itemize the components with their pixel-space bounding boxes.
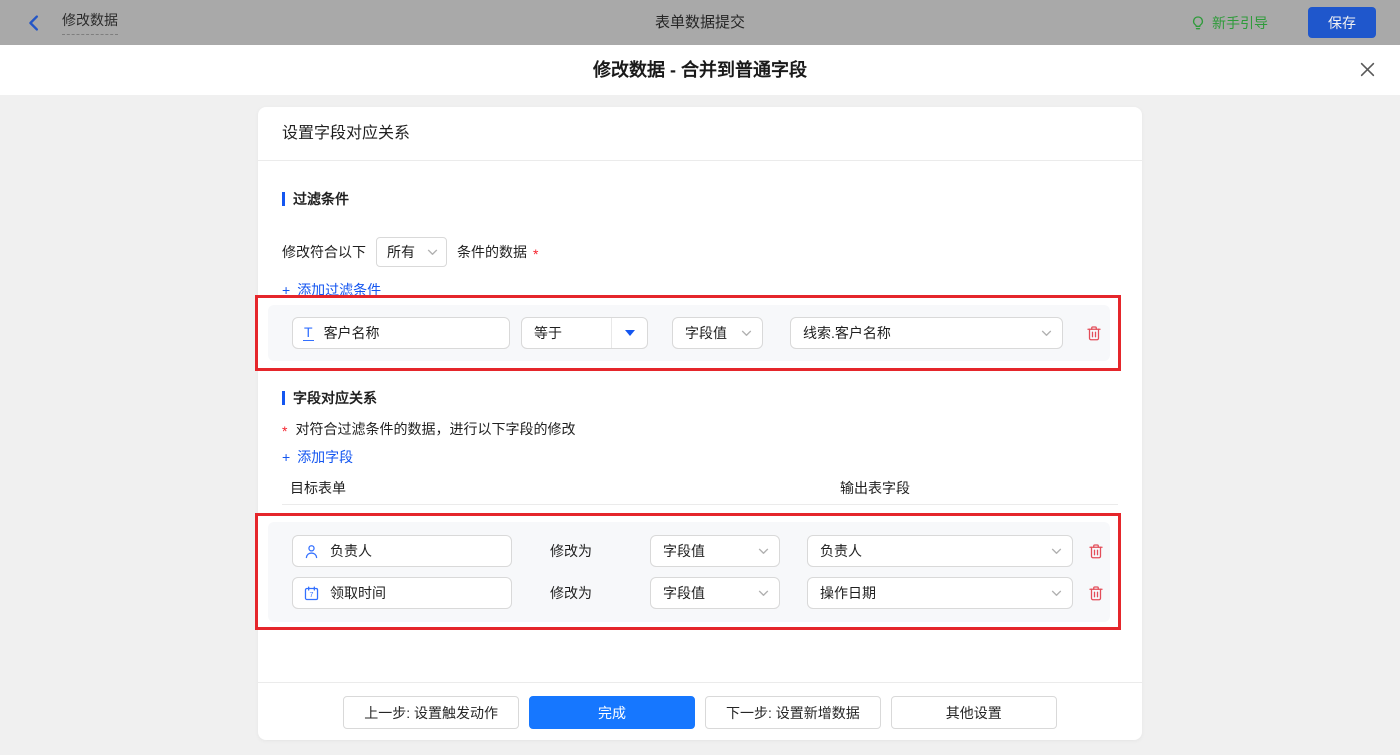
delete-row-icon[interactable] — [1087, 584, 1105, 602]
caret-down-filled-icon — [624, 330, 635, 336]
compare-value-select[interactable]: 线索.客户名称 — [790, 317, 1063, 349]
text-field-icon: T — [303, 324, 314, 341]
value-type-select[interactable]: 字段值 — [672, 317, 763, 349]
add-filter-condition-link[interactable]: + 添加过滤条件 — [282, 280, 381, 300]
chevron-down-icon — [741, 330, 752, 337]
filter-condition-row: T 客户名称 等于 字段值 线索.客户名称 — [268, 305, 1110, 361]
column-header-target-form: 目标表单 — [290, 480, 346, 496]
required-asterisk: * — [533, 246, 539, 262]
output-field-select[interactable]: 负责人 — [807, 535, 1073, 567]
operator-dropdown-zone[interactable] — [611, 318, 647, 348]
mapping-section-title: 字段对应关系 — [282, 388, 377, 408]
form-title: 表单数据提交 — [654, 14, 746, 31]
modal-title: 修改数据 - 合并到普通字段 — [593, 60, 807, 80]
operator-select[interactable]: 等于 — [521, 317, 648, 349]
other-settings-button[interactable]: 其他设置 — [890, 696, 1057, 729]
filter-field-name: 客户名称 — [323, 325, 380, 341]
filter-section-title: 过滤条件 — [282, 189, 349, 209]
chevron-down-icon — [758, 590, 769, 597]
lightbulb-icon — [1190, 15, 1206, 31]
panel-title: 设置字段对应关系 — [282, 125, 411, 142]
calendar-icon: 7 — [303, 585, 320, 602]
divider — [258, 682, 1142, 683]
required-asterisk: * — [282, 423, 288, 439]
topbar: 修改数据 表单数据提交 新手引导 保存 — [0, 0, 1400, 45]
sentence-prefix: 修改符合以下 — [282, 244, 366, 260]
add-field-link[interactable]: + 添加字段 — [282, 447, 353, 467]
close-icon[interactable] — [1359, 61, 1376, 78]
page: 修改数据 表单数据提交 新手引导 保存 修改数据 - 合并到普通字段 设置字段对… — [0, 0, 1400, 755]
target-field-input[interactable]: 负责人 — [292, 535, 512, 567]
mapping-row: 负责人 修改为 字段值 负责人 — [268, 535, 1110, 567]
sentence-suffix: 条件的数据 — [457, 244, 527, 260]
beginner-guide-link[interactable]: 新手引导 — [1190, 13, 1268, 33]
chevron-down-icon — [1041, 330, 1052, 337]
modal-body: 设置字段对应关系 过滤条件 修改符合以下 所有 条件的数据 * + 添加过滤条件… — [0, 95, 1400, 755]
footer-buttons: 上一步: 设置触发动作 完成 下一步: 设置新增数据 其他设置 — [258, 696, 1142, 729]
modal-header: 修改数据 - 合并到普通字段 — [0, 45, 1400, 95]
target-field-input[interactable]: 7 领取时间 — [292, 577, 512, 609]
filter-field-input[interactable]: T 客户名称 — [292, 317, 510, 349]
output-field-select[interactable]: 操作日期 — [807, 577, 1073, 609]
operator-value: 等于 — [534, 325, 562, 341]
chevron-down-icon — [1051, 548, 1062, 555]
delete-row-icon[interactable] — [1087, 542, 1105, 560]
svg-text:7: 7 — [310, 591, 314, 599]
next-step-button[interactable]: 下一步: 设置新增数据 — [705, 696, 881, 729]
modify-to-label: 修改为 — [550, 543, 592, 559]
value-type-select[interactable]: 字段值 — [650, 535, 780, 567]
divider — [258, 160, 1142, 161]
match-mode-select[interactable]: 所有 — [376, 237, 447, 267]
prev-step-button[interactable]: 上一步: 设置触发动作 — [343, 696, 519, 729]
save-button[interactable]: 保存 — [1308, 7, 1376, 38]
delete-condition-icon[interactable] — [1085, 324, 1103, 342]
column-header-output-field: 输出表字段 — [840, 480, 910, 496]
match-mode-value: 所有 — [387, 244, 415, 260]
modify-to-label: 修改为 — [550, 585, 592, 601]
chevron-down-icon — [758, 548, 769, 555]
mapping-row: 7 领取时间 修改为 字段值 操作日期 — [268, 577, 1110, 609]
plus-icon: + — [282, 282, 291, 298]
done-button[interactable]: 完成 — [529, 696, 695, 729]
field-mapping-rows: 负责人 修改为 字段值 负责人 7 领取时间 修改为 字段值 操作日期 — [268, 522, 1110, 622]
chevron-down-icon — [1051, 590, 1062, 597]
chevron-down-icon — [427, 249, 438, 256]
settings-panel: 设置字段对应关系 过滤条件 修改符合以下 所有 条件的数据 * + 添加过滤条件… — [255, 107, 1142, 740]
value-type-select[interactable]: 字段值 — [650, 577, 780, 609]
divider — [282, 504, 1118, 505]
back-chevron-icon[interactable] — [24, 12, 46, 34]
user-icon — [303, 543, 320, 560]
section-bar — [282, 192, 285, 206]
plus-icon: + — [282, 449, 291, 465]
workflow-node-title[interactable]: 修改数据 — [62, 10, 118, 35]
filter-sentence: 修改符合以下 所有 条件的数据 * — [282, 237, 538, 267]
mapping-description: * 对符合过滤条件的数据，进行以下字段的修改 — [282, 421, 576, 439]
beginner-guide-label: 新手引导 — [1212, 14, 1268, 31]
section-bar — [282, 391, 285, 405]
